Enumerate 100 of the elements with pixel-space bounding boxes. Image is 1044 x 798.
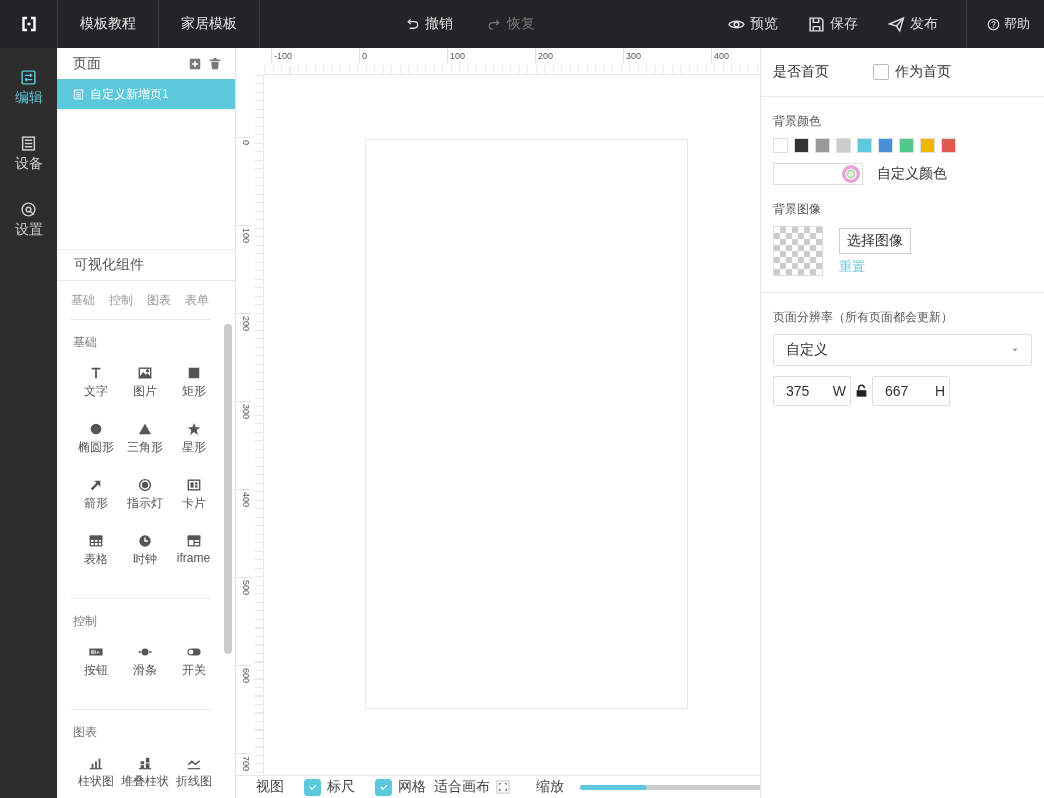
check-icon bbox=[378, 782, 389, 792]
unlock-icon bbox=[855, 384, 868, 398]
section-title: 页面分辨率（所有页面都会更新） bbox=[773, 309, 954, 326]
ruler-label: 0 bbox=[359, 48, 447, 63]
delete-icon bbox=[209, 57, 221, 70]
color-swatch[interactable] bbox=[941, 138, 956, 153]
color-swatch[interactable] bbox=[899, 138, 914, 153]
sidebar-tab[interactable]: 设备 bbox=[0, 124, 57, 184]
checkbox-box[interactable] bbox=[304, 778, 321, 796]
ruler-label: 200 bbox=[236, 313, 251, 401]
color-wheel-icon bbox=[842, 165, 860, 183]
table-icon bbox=[88, 534, 103, 548]
checkbox[interactable]: 标尺 bbox=[304, 778, 355, 796]
scrollbar[interactable] bbox=[224, 324, 232, 654]
widget-item[interactable]: 图片 bbox=[120, 366, 169, 422]
bar-chart-icon bbox=[88, 756, 103, 770]
width-field[interactable]: 375 W bbox=[773, 376, 851, 406]
undo-icon bbox=[405, 16, 420, 32]
ruler-label: 500 bbox=[236, 577, 251, 665]
widget-item[interactable]: iframe bbox=[169, 534, 218, 590]
sidebar-tab[interactable]: 设置 bbox=[0, 190, 57, 250]
caret-icon bbox=[1011, 346, 1019, 354]
widget-item[interactable]: 三角形 bbox=[120, 422, 169, 478]
image-icon bbox=[137, 366, 152, 380]
save-button[interactable]: 保存 bbox=[808, 0, 858, 48]
publish-button[interactable]: 发布 bbox=[888, 0, 938, 48]
group-title: 基础 bbox=[72, 334, 98, 351]
settings-icon bbox=[20, 201, 37, 218]
sidebar-tab[interactable]: 编辑 bbox=[0, 58, 57, 118]
indicator-icon bbox=[137, 478, 152, 492]
group-title: 图表 bbox=[72, 724, 98, 741]
color-swatch[interactable] bbox=[920, 138, 935, 153]
section-title: 背景图像 bbox=[773, 201, 822, 218]
ruler-label: 300 bbox=[623, 48, 711, 63]
widget-item[interactable]: 按钮 bbox=[71, 645, 120, 701]
group-title: 控制 bbox=[72, 613, 98, 630]
ruler-label: 0 bbox=[236, 137, 251, 225]
widget-item[interactable]: 表格 bbox=[71, 534, 120, 590]
send-icon bbox=[888, 15, 905, 33]
widget-item[interactable]: 文字 bbox=[71, 366, 120, 422]
color-input[interactable] bbox=[773, 163, 863, 185]
fullscreen-icon bbox=[496, 780, 510, 794]
widget-item[interactable]: 椭圆形 bbox=[71, 422, 120, 478]
stacked-bar-icon bbox=[137, 756, 152, 770]
view-label: 视图 bbox=[256, 778, 284, 796]
panel-title: 页面 bbox=[73, 54, 102, 73]
add-icon bbox=[189, 57, 201, 70]
checkbox[interactable]: 网格 bbox=[375, 778, 426, 796]
checkbox-box[interactable] bbox=[375, 778, 392, 796]
circle-icon bbox=[88, 422, 103, 436]
height-field[interactable]: 667 H bbox=[872, 376, 950, 406]
widget-item[interactable]: 时钟 bbox=[120, 534, 169, 590]
resolution-dropdown[interactable]: 自定义 bbox=[773, 334, 1032, 366]
widget-item[interactable]: 滑条 bbox=[120, 645, 169, 701]
ruler-label: 100 bbox=[236, 225, 251, 313]
widget-item[interactable]: 开关 bbox=[169, 645, 218, 701]
widget-item[interactable]: 指示灯 bbox=[120, 478, 169, 534]
device-icon bbox=[20, 135, 37, 152]
fit-canvas-button[interactable]: 适合画布 bbox=[434, 778, 510, 796]
widget-item[interactable]: 星形 bbox=[169, 422, 218, 478]
color-swatch[interactable] bbox=[773, 138, 788, 153]
triangle-icon bbox=[137, 422, 152, 436]
frame-icon bbox=[186, 534, 201, 548]
checkbox-box[interactable] bbox=[873, 64, 889, 80]
ruler-label: 300 bbox=[236, 401, 251, 489]
star-icon bbox=[186, 422, 201, 436]
arrow-icon bbox=[88, 478, 103, 492]
choose-image-button[interactable]: 选择图像 bbox=[839, 228, 911, 254]
undo-button[interactable]: 撤销 bbox=[405, 0, 453, 48]
card-icon bbox=[186, 478, 201, 492]
widget-item[interactable]: 折线图 bbox=[169, 756, 218, 798]
page-artboard[interactable] bbox=[365, 139, 688, 709]
check-icon bbox=[307, 782, 318, 792]
widget-item[interactable]: 卡片 bbox=[169, 478, 218, 534]
edit-icon bbox=[20, 69, 37, 86]
page-icon bbox=[73, 88, 84, 100]
field-label: 是否首页 bbox=[773, 63, 829, 81]
ruler-label: 100 bbox=[447, 48, 535, 63]
help-icon bbox=[987, 17, 1000, 31]
square-icon bbox=[186, 366, 201, 380]
color-swatch[interactable] bbox=[794, 138, 809, 153]
ruler-label: 600 bbox=[236, 665, 251, 753]
checkbox[interactable]: 作为首页 bbox=[873, 63, 951, 81]
color-swatch[interactable] bbox=[836, 138, 851, 153]
clock-icon bbox=[137, 534, 152, 548]
image-preview bbox=[773, 226, 823, 276]
widget-item[interactable]: 柱状图 bbox=[71, 756, 120, 798]
color-swatch[interactable] bbox=[815, 138, 830, 153]
widget-item[interactable]: 矩形 bbox=[169, 366, 218, 422]
color-swatch[interactable] bbox=[878, 138, 893, 153]
zoom-label: 缩放 bbox=[536, 778, 564, 796]
save-icon bbox=[808, 15, 825, 33]
ruler-label: -100 bbox=[271, 48, 359, 63]
preview-button[interactable]: 预览 bbox=[728, 0, 778, 48]
widget-item[interactable]: 箭形 bbox=[71, 478, 120, 534]
widget-item[interactable]: 堆叠柱状 bbox=[120, 756, 169, 798]
ruler-label: 200 bbox=[535, 48, 623, 63]
panel-title: 可视化组件 bbox=[57, 249, 235, 281]
color-swatch[interactable] bbox=[857, 138, 872, 153]
field-label: 自定义颜色 bbox=[877, 165, 947, 183]
